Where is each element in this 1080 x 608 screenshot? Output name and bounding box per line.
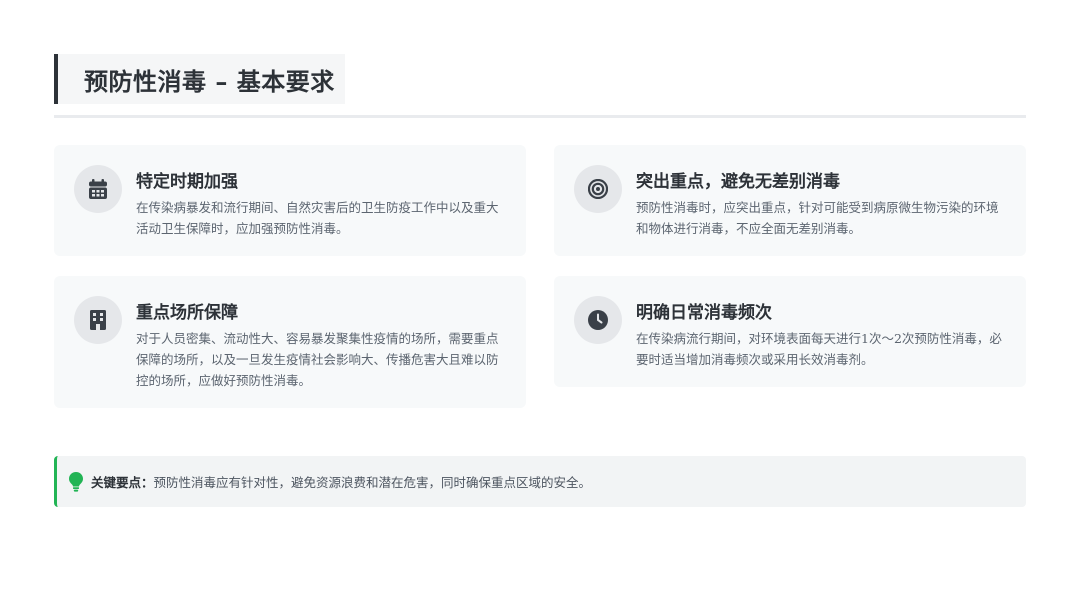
slide: 预防性消毒 – 基本要求 特定时期加强 在传染病暴发和流行期间、自然灾害后的卫生… — [0, 0, 1080, 608]
card-description: 预防性消毒时，应突出重点，针对可能受到病原微生物污染的环境和物体进行消毒，不应全… — [636, 200, 999, 236]
title-divider — [54, 115, 1026, 118]
card-description: 在传染病流行期间，对环境表面每天进行1次～2次预防性消毒，必要时适当增加消毒频次… — [636, 331, 1002, 367]
card-description: 在传染病暴发和流行期间、自然灾害后的卫生防疫工作中以及重大活动卫生保障时，应加强… — [136, 200, 499, 236]
lightbulb-icon — [69, 471, 83, 492]
card-title: 特定时期加强 — [136, 172, 238, 192]
building-icon — [74, 296, 122, 344]
card-daily-frequency: 明确日常消毒频次 在传染病流行期间，对环境表面每天进行1次～2次预防性消毒，必要… — [554, 276, 1026, 387]
target-icon — [574, 165, 622, 213]
key-point-callout: 关键要点： 预防性消毒应有针对性，避免资源浪费和潜在危害，同时确保重点区域的安全… — [54, 456, 1026, 507]
tip-label: 关键要点： — [91, 475, 154, 490]
card-title: 突出重点，避免无差别消毒 — [636, 172, 840, 192]
clock-icon — [574, 296, 622, 344]
card-focus-targeted: 突出重点，避免无差别消毒 预防性消毒时，应突出重点，针对可能受到病原微生物污染的… — [554, 145, 1026, 256]
card-special-period: 特定时期加强 在传染病暴发和流行期间、自然灾害后的卫生防疫工作中以及重大活动卫生… — [54, 145, 526, 256]
page-title: 预防性消毒 – 基本要求 — [84, 66, 335, 96]
card-description: 对于人员密集、流动性大、容易暴发聚集性疫情的场所，需要重点保障的场所，以及一旦发… — [136, 331, 499, 388]
card-title: 重点场所保障 — [136, 303, 238, 323]
title-box: 预防性消毒 – 基本要求 — [54, 54, 345, 104]
calendar-icon — [74, 165, 122, 213]
card-key-venues: 重点场所保障 对于人员密集、流动性大、容易暴发聚集性疫情的场所，需要重点保障的场… — [54, 276, 526, 408]
card-title: 明确日常消毒频次 — [636, 303, 772, 323]
tip-text: 预防性消毒应有针对性，避免资源浪费和潜在危害，同时确保重点区域的安全。 — [153, 475, 592, 490]
